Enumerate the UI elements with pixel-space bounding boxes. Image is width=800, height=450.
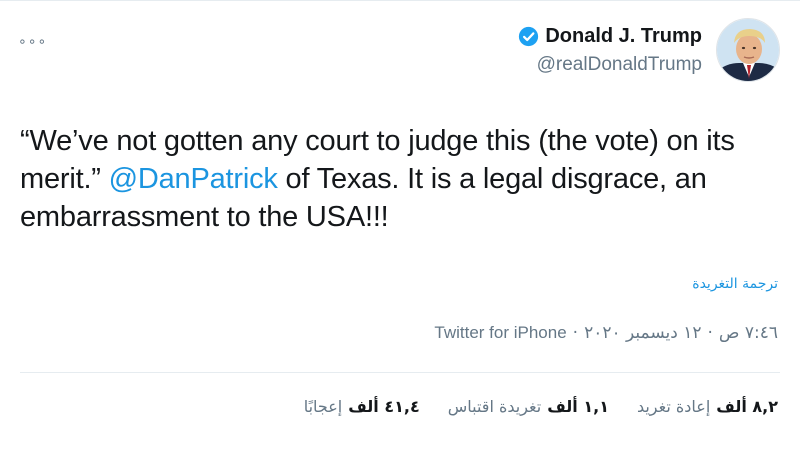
tweet-date[interactable]: ١٢ ديسمبر ٢٠٢٠ bbox=[584, 323, 701, 343]
quote-tweets-label: تغريدة اقتباس bbox=[447, 397, 542, 416]
avatar-image bbox=[717, 19, 779, 81]
author-display-name[interactable]: Donald J. Trump bbox=[545, 25, 702, 48]
tweet-card: ∘∘∘ Donald J. Trump @realDonaldTrump “We… bbox=[0, 0, 800, 450]
avatar[interactable] bbox=[716, 18, 780, 82]
retweets-count: ٨,٢ ألف bbox=[716, 397, 778, 416]
likes-stat[interactable]: ٤١,٤ ألف إعجابًا bbox=[304, 397, 420, 416]
tweet-header: Donald J. Trump @realDonaldTrump bbox=[518, 18, 780, 82]
likes-label: إعجابًا bbox=[303, 397, 343, 416]
divider bbox=[20, 372, 780, 373]
tweet-text: “We’ve not gotten any court to judge thi… bbox=[20, 122, 790, 236]
quote-tweets-count: ١,١ ألف bbox=[547, 397, 609, 416]
verified-badge-icon bbox=[519, 26, 539, 46]
quote-tweets-stat[interactable]: ١,١ ألف تغريدة اقتباس bbox=[448, 397, 609, 416]
translate-tweet-link[interactable]: ترجمة التغريدة bbox=[692, 276, 778, 292]
meta-separator-2: · bbox=[572, 323, 579, 343]
author-names: Donald J. Trump @realDonaldTrump bbox=[518, 25, 702, 76]
author-handle[interactable]: @realDonaldTrump bbox=[518, 54, 702, 76]
display-name-row[interactable]: Donald J. Trump bbox=[518, 25, 702, 48]
likes-count: ٤١,٤ ألف bbox=[348, 397, 420, 416]
tweet-metadata: ٧:٤٦ ص · ١٢ ديسمبر ٢٠٢٠ · Twitter for iP… bbox=[434, 323, 778, 343]
tweet-time[interactable]: ٧:٤٦ ص bbox=[719, 323, 778, 343]
more-options-icon[interactable]: ∘∘∘ bbox=[18, 34, 47, 50]
top-border bbox=[0, 0, 800, 1]
mention-link[interactable]: @DanPatrick bbox=[109, 163, 278, 195]
retweets-stat[interactable]: ٨,٢ ألف إعادة تغريد bbox=[637, 397, 778, 416]
retweets-label: إعادة تغريد bbox=[636, 397, 711, 416]
tweet-source[interactable]: Twitter for iPhone bbox=[434, 323, 566, 343]
meta-separator: · bbox=[707, 323, 713, 343]
tweet-stats: ٨,٢ ألف إعادة تغريد ١,١ ألف تغريدة اقتبا… bbox=[304, 397, 778, 416]
